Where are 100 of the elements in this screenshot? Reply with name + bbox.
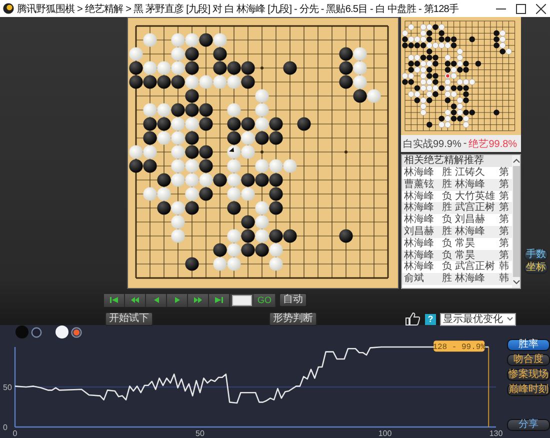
stone: [171, 145, 185, 159]
stone: [171, 201, 185, 215]
share-button[interactable]: 分享: [507, 419, 550, 431]
stone: [157, 173, 171, 187]
caret-icon: [507, 317, 513, 321]
stone: [143, 75, 157, 89]
stone: [143, 145, 157, 159]
axis-label: 0: [3, 423, 8, 432]
player-name: 俞斌: [403, 273, 425, 285]
stone: [157, 201, 171, 215]
stone: [339, 75, 353, 89]
go-button[interactable]: GO: [254, 294, 276, 306]
stone: [269, 131, 283, 145]
info-text: 第: [499, 178, 510, 191]
stone: [353, 47, 367, 61]
chart-tab[interactable]: 胜率: [507, 339, 550, 351]
ring-icon[interactable]: [31, 326, 42, 338]
try-moves-button[interactable]: 开始试下: [105, 312, 153, 326]
stone: [269, 257, 283, 271]
thumbs-up-icon[interactable]: [405, 312, 420, 326]
stone: [255, 243, 269, 257]
player-name: 林海峰: [455, 273, 486, 285]
chart-tab[interactable]: 巅峰时刻: [507, 384, 550, 396]
rewind-icon: [131, 297, 139, 303]
fast-forward-icon: [194, 297, 202, 303]
scrollbar[interactable]: [512, 155, 520, 288]
scroll-up-icon[interactable]: [512, 158, 520, 163]
variation-dropdown[interactable]: 显示最优变化: [440, 312, 516, 326]
side-button[interactable]: 坐标: [524, 262, 548, 274]
stone: [171, 61, 185, 75]
stone: [339, 61, 353, 75]
side-button[interactable]: 手数: [524, 249, 548, 261]
chart-tab[interactable]: 吻合度: [507, 354, 550, 366]
stone: [227, 187, 241, 201]
stone: [143, 159, 157, 173]
stone: [129, 47, 143, 61]
judge-button[interactable]: 形势判断: [269, 312, 317, 326]
stone: [129, 145, 143, 159]
result-text: 负: [442, 250, 453, 261]
scroll-down-icon[interactable]: [512, 280, 520, 285]
play-icon: [174, 297, 180, 303]
game-row[interactable]: 曹薰铉 胜 林海峰 第: [402, 178, 512, 191]
forward-ten-button[interactable]: [188, 294, 209, 306]
dotted-ring-icon[interactable]: [71, 326, 82, 338]
stone: [269, 201, 283, 215]
info-text: 第: [499, 214, 510, 226]
game-row[interactable]: 林海峰 负 武宫正树 韩: [402, 261, 512, 274]
stone: [185, 117, 199, 131]
game-row[interactable]: 林海峰 负 常昊 第: [402, 238, 512, 250]
last-move-button[interactable]: [209, 294, 230, 306]
info-text: 第: [499, 167, 510, 179]
player-name: 林海峰: [403, 238, 435, 250]
player-name: 常昊: [455, 238, 476, 250]
previous-button[interactable]: [146, 294, 167, 306]
player-name: 武宫正树: [455, 261, 496, 272]
stone: [185, 89, 199, 103]
back-ten-button[interactable]: [125, 294, 146, 306]
game-row[interactable]: 林海峰 胜 江铸久 第: [402, 167, 512, 179]
stone: [171, 33, 185, 47]
game-row[interactable]: 刘昌赫 胜 林海峰 第: [402, 226, 512, 238]
stone: [185, 173, 199, 187]
stone: [227, 117, 241, 131]
player-name: 林海峰: [403, 261, 435, 272]
auto-play-button[interactable]: 自动: [279, 293, 307, 307]
axis-label: 0: [12, 429, 18, 438]
actual-winrate: 白实战99.9%: [403, 138, 462, 150]
chart-tab[interactable]: 惨案现场: [507, 369, 550, 381]
stone: [185, 103, 199, 117]
close-icon[interactable]: [536, 4, 546, 14]
stone: [227, 131, 241, 145]
stone: [129, 159, 143, 173]
maximize-icon[interactable]: [516, 4, 526, 14]
result-text: 负: [442, 261, 453, 272]
stone: [213, 75, 227, 89]
game-row[interactable]: 林海峰 胜 武宫正树 第: [402, 202, 512, 214]
go-board[interactable]: [127, 17, 399, 289]
player-name: 常昊: [455, 250, 475, 261]
stone: [241, 243, 255, 257]
stone: [171, 173, 185, 187]
game-row[interactable]: 俞斌 胜 林海峰 韩: [402, 273, 512, 285]
next-button[interactable]: [167, 294, 188, 306]
stone: [353, 61, 367, 75]
move-number-field[interactable]: [232, 294, 252, 306]
stone: [143, 187, 157, 201]
stone: [255, 89, 269, 103]
game-row[interactable]: 林海峰 负 大竹英雄 第: [402, 190, 512, 202]
first-move-button[interactable]: [104, 294, 125, 306]
stone: [353, 89, 367, 103]
result-text: 胜: [442, 178, 453, 191]
stone: [227, 243, 241, 257]
game-row[interactable]: 林海峰 负 刘昌赫 第: [402, 214, 512, 226]
stone: [143, 131, 157, 145]
scroll-thumb[interactable]: [512, 166, 520, 277]
game-row[interactable]: 林海峰 负 常昊 第: [402, 250, 512, 262]
stone: [185, 33, 199, 47]
axis-label: 50: [3, 383, 12, 392]
stone: [255, 201, 269, 215]
stone: [199, 187, 213, 201]
stone: [185, 131, 199, 145]
stone-icon[interactable]: [55, 325, 69, 339]
